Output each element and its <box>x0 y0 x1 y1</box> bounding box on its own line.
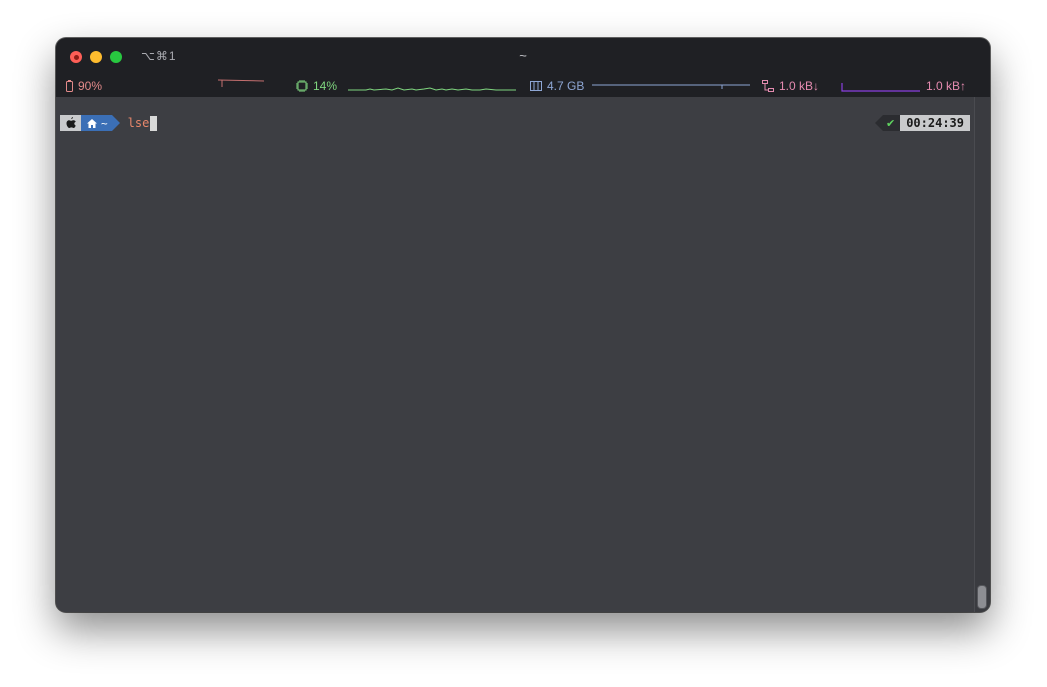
cpu-status: 14% <box>296 79 337 93</box>
network-graph <box>841 83 920 92</box>
apple-icon <box>66 117 76 128</box>
terminal-content[interactable]: ~ lse ✔ 00:24:39 <box>56 97 975 612</box>
memory-graph <box>592 84 750 89</box>
network-down-value: 1.0 kB↓ <box>779 79 820 93</box>
right-prompt: ✔ 00:24:39 <box>874 115 970 131</box>
network-up-status: 1.0 kB↑ <box>926 79 966 93</box>
memory-icon <box>530 81 542 91</box>
time-segment: 00:24:39 <box>900 115 970 131</box>
scrollbar-track[interactable] <box>974 97 990 612</box>
exit-status-ok-icon: ✔ <box>882 115 901 131</box>
terminal-window: ⌥⌘1 ~ 90% 14% 4.7 GB 1.0 kB↓ 1.0 kB↑ ~ l… <box>56 38 990 612</box>
cpu-graph <box>348 87 516 91</box>
os-segment <box>60 115 81 131</box>
directory-segment: ~ <box>81 115 112 131</box>
memory-value: 4.7 GB <box>547 79 585 93</box>
network-icon <box>762 80 774 92</box>
window-title: ~ <box>519 48 527 63</box>
status-bar: 90% 14% 4.7 GB 1.0 kB↓ 1.0 kB↑ <box>56 75 990 97</box>
scrollbar-thumb[interactable] <box>977 585 987 609</box>
cpu-value: 14% <box>313 79 338 93</box>
home-icon <box>87 118 97 128</box>
text-cursor <box>150 115 158 131</box>
directory-label: ~ <box>101 116 108 130</box>
prompt-line: ~ lse <box>60 115 158 131</box>
command-input[interactable]: lse <box>128 116 150 130</box>
network-down-status: 1.0 kB↓ <box>762 79 819 93</box>
battery-graph <box>217 79 265 87</box>
memory-status: 4.7 GB <box>530 79 584 93</box>
status-separator <box>874 115 883 131</box>
cpu-icon <box>296 80 308 92</box>
battery-value: 90% <box>78 79 103 93</box>
battery-status: 90% <box>66 79 102 93</box>
network-up-value: 1.0 kB↑ <box>926 79 967 93</box>
title-bar: ⌥⌘1 ~ <box>56 38 990 75</box>
battery-icon <box>66 80 73 92</box>
segment-separator <box>111 115 120 131</box>
